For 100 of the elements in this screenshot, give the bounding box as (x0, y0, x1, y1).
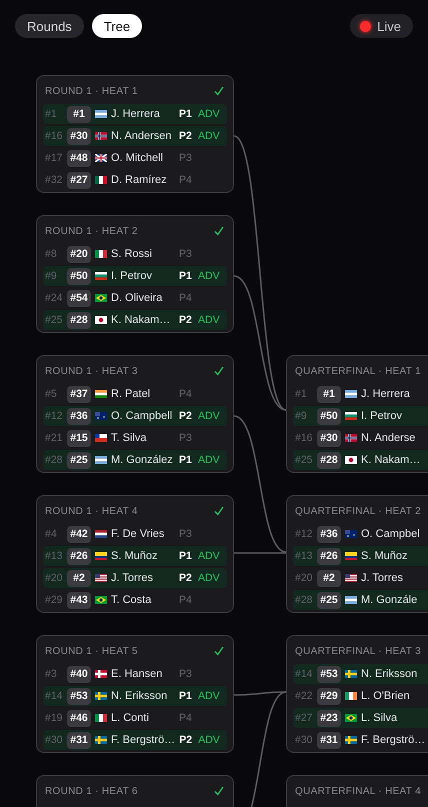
place-label: P2 (179, 314, 193, 326)
live-label: Live (377, 18, 401, 34)
advanced-label: ADV (198, 314, 220, 326)
rider-name: O. Campbell (111, 410, 174, 422)
bib-number: #46 (67, 710, 91, 726)
place-label: P3 (179, 668, 193, 680)
rider-name: F. De Vries (111, 528, 166, 540)
flag-icon (95, 294, 107, 302)
heat-title: ROUND 1 · HEAT 3 (45, 366, 139, 376)
rider-name: O. Mitchell (111, 152, 164, 164)
bib-number: #42 (67, 526, 91, 542)
seed-number: #5 (45, 388, 58, 400)
rider-name: K. Nakam… (361, 454, 422, 466)
seed-number: #13 (295, 550, 313, 562)
rider-name: R. Patel (111, 388, 152, 400)
seed-number: #1 (295, 388, 308, 400)
flag-icon (345, 530, 357, 538)
bib-number: #30 (317, 430, 341, 446)
rider-name: J. Torres (111, 572, 154, 584)
bib-number: #53 (317, 666, 341, 682)
seed-number: #8 (45, 248, 58, 260)
bib-number: #26 (317, 548, 341, 564)
heat-title: QUARTERFINAL · HEAT 3 (295, 646, 422, 656)
view-tab[interactable]: Rounds (15, 14, 84, 38)
place-label: P1 (179, 690, 193, 702)
bib-number: #54 (67, 290, 91, 306)
rider-name: S. Muñoz (111, 550, 158, 562)
flag-icon (345, 434, 357, 442)
rider-name: K. Nakam… (111, 314, 172, 326)
flag-icon (95, 176, 107, 184)
rider-name: M. Gonzále (361, 594, 418, 606)
place-label: P3 (179, 152, 193, 164)
seed-number: #30 (45, 734, 63, 746)
place-label: P3 (179, 248, 193, 260)
seed-number: #29 (45, 594, 63, 606)
place-label: P1 (179, 454, 193, 466)
bib-number: #36 (67, 408, 91, 424)
flag-icon (95, 316, 107, 324)
bib-number: #2 (67, 570, 91, 586)
heat-title: ROUND 1 · HEAT 2 (45, 226, 139, 236)
flag-icon (95, 596, 107, 604)
bib-number: #53 (67, 688, 91, 704)
bib-number: #25 (317, 592, 341, 608)
seed-number: #14 (295, 668, 313, 680)
place-label: P4 (179, 594, 193, 606)
flag-icon (345, 412, 357, 420)
view-tab[interactable]: Tree (92, 14, 142, 38)
seed-number: #9 (45, 270, 58, 282)
rider-name: N. Anderse (361, 432, 416, 444)
flag-icon (95, 736, 107, 744)
bib-number: #36 (317, 526, 341, 542)
seed-number: #25 (45, 314, 63, 326)
rider-name: D. Oliveira (111, 292, 164, 304)
place-label: P2 (179, 410, 193, 422)
place-label: P2 (179, 734, 194, 746)
seed-number: #25 (295, 454, 313, 466)
rider-name: F. Bergströ… (361, 734, 426, 746)
rider-name: T. Silva (111, 432, 148, 444)
rider-name: J. Herrera (361, 388, 411, 400)
heat-title: ROUND 1 · HEAT 1 (45, 86, 139, 96)
seed-number: #14 (45, 690, 63, 702)
rider-name: D. Ramírez (111, 174, 168, 186)
rider-name: L. O'Brien (361, 690, 411, 702)
rider-name: N. Eriksson (361, 668, 418, 680)
seed-number: #24 (45, 292, 63, 304)
heat-title: ROUND 1 · HEAT 6 (45, 786, 139, 796)
rider-name: S. Muñoz (361, 550, 408, 562)
flag-icon (95, 412, 107, 420)
bib-number: #28 (317, 452, 341, 468)
bib-number: #43 (67, 592, 91, 608)
heat-title: QUARTERFINAL · HEAT 2 (295, 506, 422, 516)
flag-icon (345, 596, 357, 604)
rider-name: S. Rossi (111, 248, 153, 260)
seed-number: #22 (295, 690, 313, 702)
heat-title: QUARTERFINAL · HEAT 1 (295, 366, 422, 376)
place-label: P1 (179, 550, 193, 562)
bib-number: #29 (317, 688, 341, 704)
rider-name: M. González (111, 454, 174, 466)
bib-number: #30 (67, 128, 91, 144)
place-label: P1 (179, 108, 193, 120)
flag-icon (345, 670, 357, 678)
advanced-label: ADV (198, 270, 220, 282)
rider-name: L. Conti (111, 712, 150, 724)
place-label: P4 (179, 388, 193, 400)
advanced-label: ADV (198, 572, 220, 584)
bib-number: #37 (67, 386, 91, 402)
flag-icon (95, 110, 107, 118)
flag-icon (345, 390, 357, 398)
bib-number: #31 (317, 732, 341, 748)
seed-number: #20 (295, 572, 313, 584)
place-label: P4 (179, 292, 193, 304)
seed-number: #28 (295, 594, 313, 606)
flag-icon (95, 552, 107, 560)
seed-number: #13 (45, 550, 63, 562)
bib-number: #27 (67, 172, 91, 188)
advanced-label: ADV (198, 410, 220, 422)
flag-icon (345, 714, 357, 722)
advanced-label: ADV (198, 690, 220, 702)
place-label: P2 (179, 572, 193, 584)
seed-number: #12 (45, 410, 63, 422)
